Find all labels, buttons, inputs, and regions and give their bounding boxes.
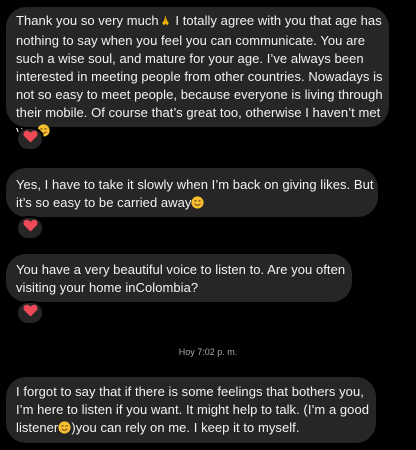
message-bubble[interactable]: You have a very beautiful voice to liste… <box>6 254 352 302</box>
message-text: Thank you so very much <box>16 13 159 28</box>
reaction-badge[interactable] <box>16 301 44 325</box>
smiling-face-icon <box>58 421 71 439</box>
message-text: You have a very beautiful voice to liste… <box>16 262 346 277</box>
message-bubble[interactable]: Thank you so very much I totally agree w… <box>6 7 389 138</box>
message-text: )you can rely on me. I keep it to myself… <box>71 420 300 435</box>
message-text: I totally agree with you that age has <box>171 13 382 28</box>
red-heart-icon <box>23 130 38 148</box>
message-text: their mobile. Of course that’s great too… <box>16 105 381 120</box>
message-text: it’s so easy to be carried away <box>16 195 192 210</box>
red-heart-icon <box>23 219 38 237</box>
smiling-face-icon <box>191 196 205 214</box>
message-bubble[interactable]: I forgot to say that if there is some fe… <box>6 377 376 443</box>
message-text: listener <box>16 420 59 435</box>
message-text: such a wise soul, and mature for your ag… <box>16 51 364 66</box>
reaction-badge[interactable] <box>16 127 44 151</box>
message-text: interested in meeting people from other … <box>16 69 383 84</box>
reaction-badge[interactable] <box>16 216 44 240</box>
message-text: I forgot to say that if there is some fe… <box>16 384 364 399</box>
message-text: Yes, I have to take it slowly when I’m b… <box>16 177 374 192</box>
message-text: nothing to say when you feel you can com… <box>16 33 366 48</box>
message-text: not so easy to meet people, because ever… <box>16 87 383 102</box>
message-text: visiting your home inColombia? <box>16 280 199 295</box>
message-thread: Thank you so very much I totally agree w… <box>0 0 416 450</box>
timestamp: Hoy 7:02 p. m. <box>178 347 238 357</box>
praying-hands-icon <box>159 14 172 32</box>
message-bubble[interactable]: Yes, I have to take it slowly when I’m b… <box>6 168 378 217</box>
message-text: I’m here to listen if you want. It might… <box>16 402 370 417</box>
red-heart-icon <box>23 304 38 322</box>
